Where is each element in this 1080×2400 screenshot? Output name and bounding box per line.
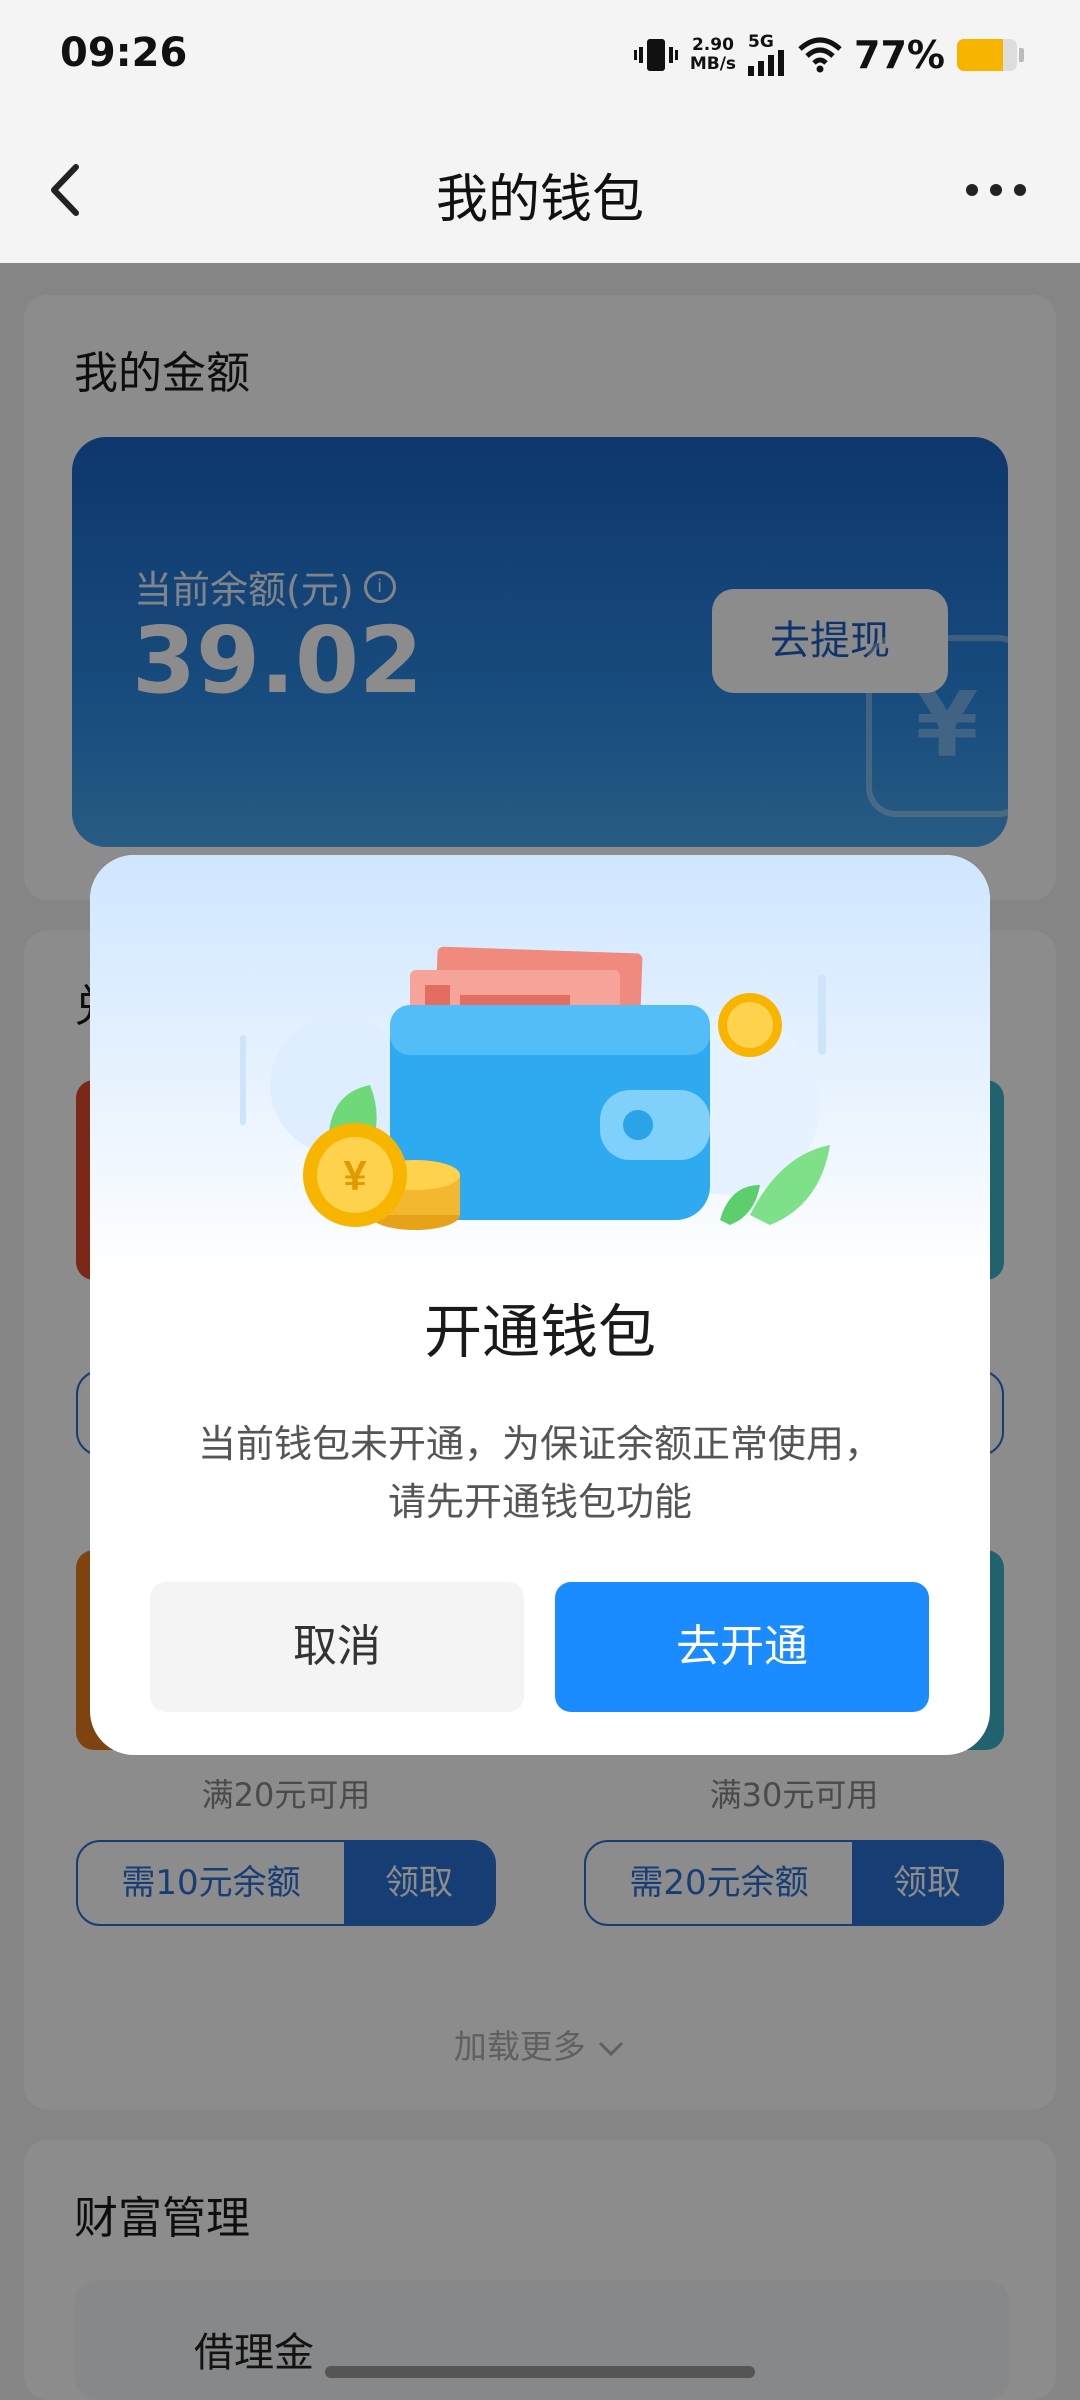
battery-icon xyxy=(957,39,1017,71)
status-time: 09:26 xyxy=(60,30,188,76)
more-dot xyxy=(1014,184,1026,196)
nav-bar: 我的钱包 xyxy=(0,115,1080,263)
status-bar: 09:26 2.90 MB/s 5G 77% xyxy=(0,0,1080,115)
vibrate-icon xyxy=(633,39,678,71)
open-wallet-dialog: ¥ 开通钱包 当前钱包未开通，为保证余额正常使用，请先开通钱包功能 取消 去开通 xyxy=(90,855,990,1755)
network-speed: 2.90 MB/s xyxy=(689,35,737,74)
more-button[interactable] xyxy=(966,175,1036,205)
status-icons: 2.90 MB/s 5G 77% xyxy=(633,30,1024,80)
svg-text:¥: ¥ xyxy=(343,1152,367,1199)
cellular-signal: 5G xyxy=(748,34,786,76)
more-dot xyxy=(990,184,1002,196)
wifi-icon xyxy=(798,37,842,73)
more-dots-icon xyxy=(966,184,978,196)
page-title: 我的钱包 xyxy=(435,170,644,230)
signal-bars-icon xyxy=(748,50,785,76)
battery-tip xyxy=(1019,48,1024,62)
network-type: 5G xyxy=(748,32,774,52)
open-wallet-button[interactable]: 去开通 xyxy=(555,1582,929,1712)
dialog-title: 开通钱包 xyxy=(423,1298,656,1366)
cancel-button[interactable]: 取消 xyxy=(150,1582,524,1712)
wallet-illustration-icon: ¥ xyxy=(240,946,830,1230)
dialog-message: 当前钱包未开通，为保证余额正常使用，请先开通钱包功能 xyxy=(197,1422,882,1524)
home-indicator[interactable] xyxy=(325,2366,755,2378)
battery-percent: 77% xyxy=(854,33,945,77)
